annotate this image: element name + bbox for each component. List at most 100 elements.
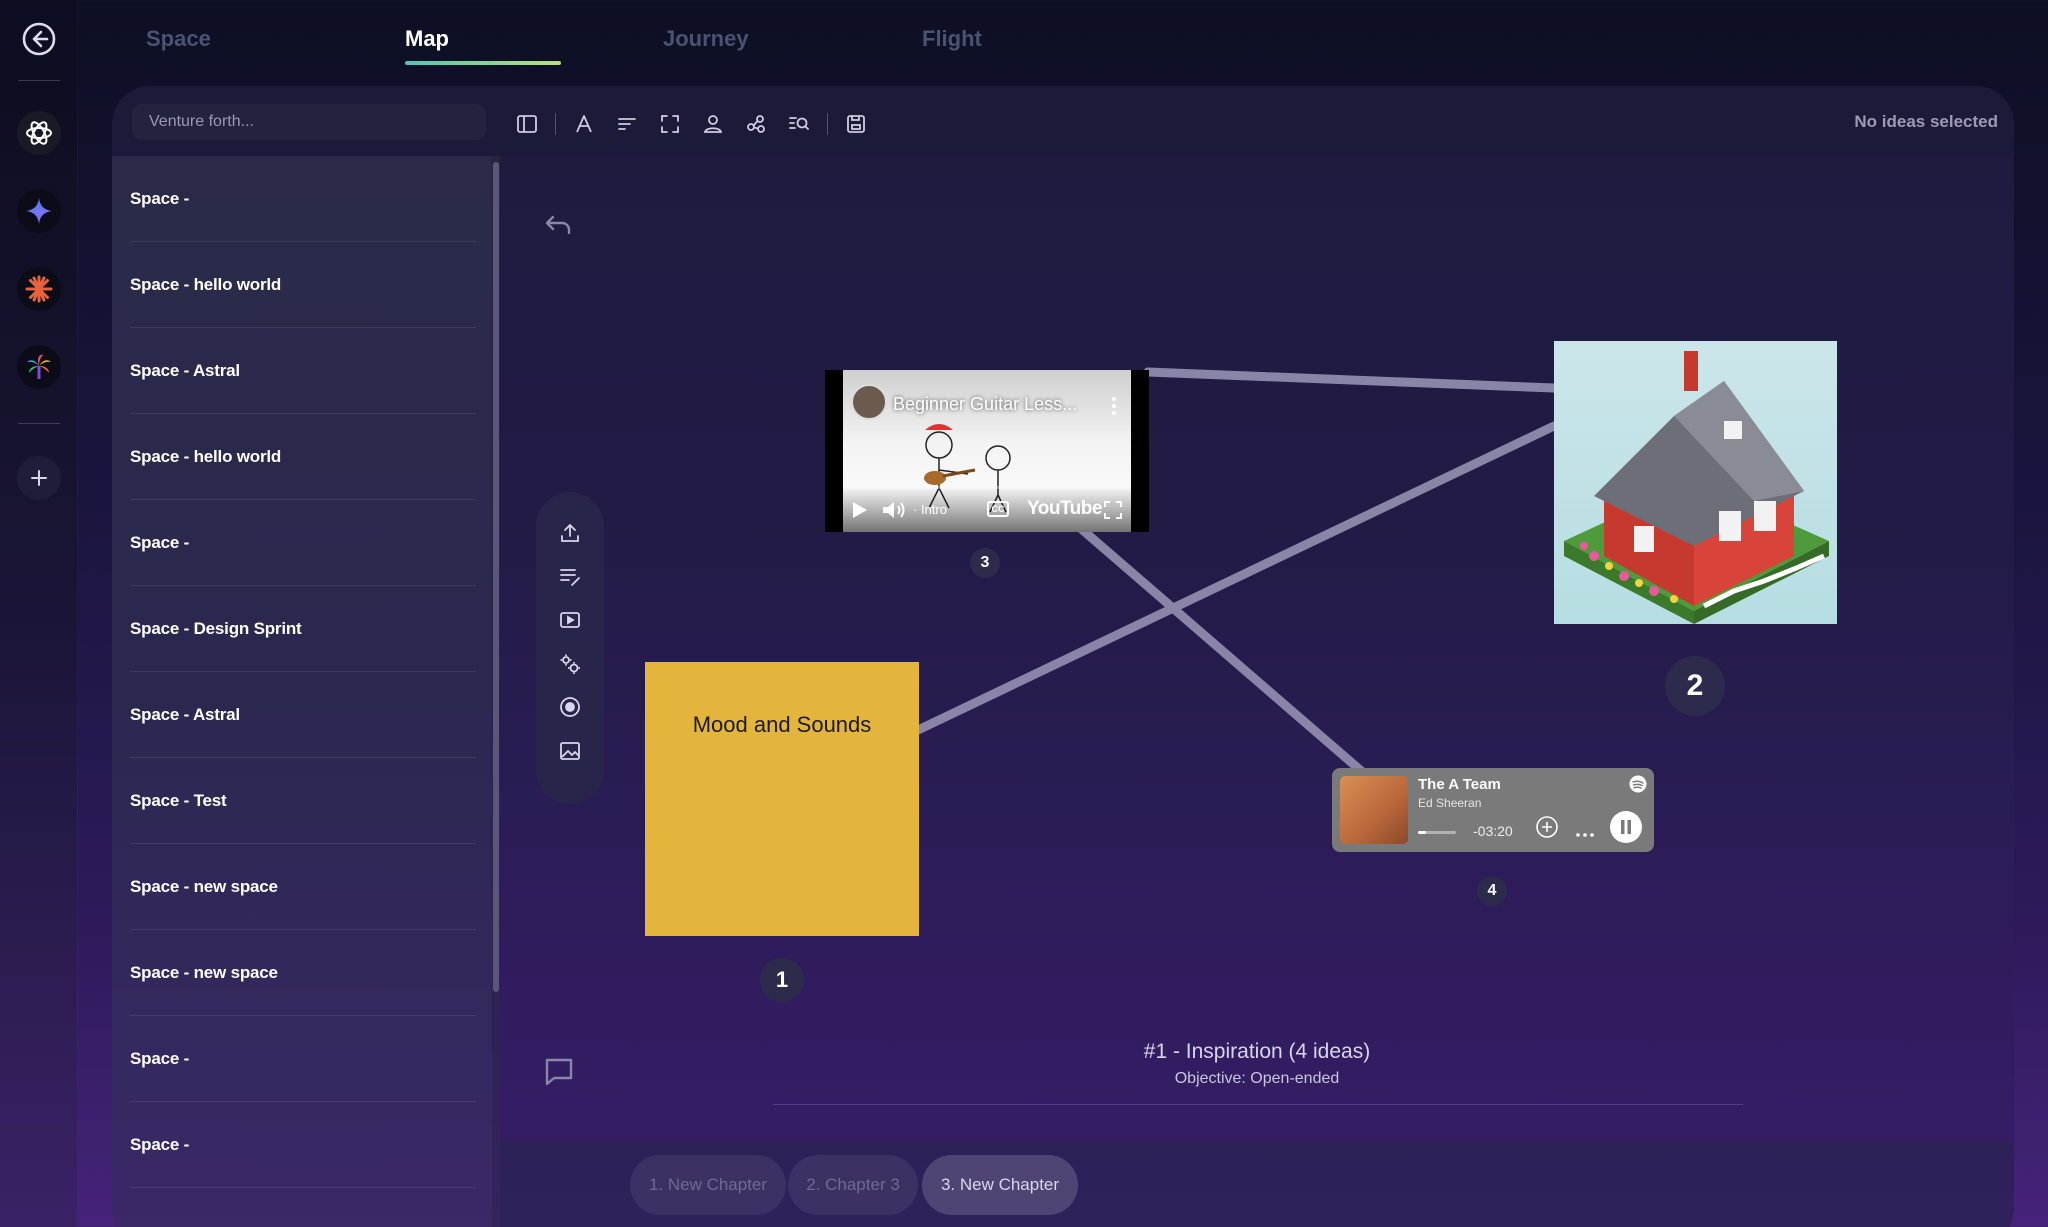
toolbar-divider	[555, 113, 556, 135]
sidebar-item[interactable]: Space - Test	[130, 758, 476, 844]
play-icon[interactable]	[851, 500, 869, 525]
sidebar-item-label: Space - Astral	[130, 704, 240, 724]
sidebar-item[interactable]: Space - hello world	[130, 414, 476, 500]
map-toolbar	[512, 104, 884, 144]
canvas-tools	[536, 492, 604, 804]
video-icon[interactable]	[555, 605, 585, 635]
connector-video-image	[1143, 367, 1559, 393]
sidebar-item[interactable]: Space - Astral	[130, 672, 476, 758]
text-icon[interactable]	[569, 109, 599, 139]
fullscreen-icon[interactable]	[655, 109, 685, 139]
toolbar-divider	[827, 113, 828, 135]
tab-map[interactable]: Map	[405, 26, 449, 52]
chapter-chip-active[interactable]: 3. New Chapter	[922, 1155, 1078, 1215]
target-icon[interactable]	[555, 692, 585, 722]
idea-image[interactable]	[1554, 341, 1837, 624]
sidebar-toggle-icon[interactable]	[512, 109, 542, 139]
edit-text-icon[interactable]	[555, 562, 585, 592]
sidebar-item-label: Space - new space	[130, 876, 278, 896]
more-vertical-icon[interactable]	[1111, 396, 1117, 421]
sidebar-item[interactable]: Space -	[130, 156, 476, 242]
video-progress-bar[interactable]	[843, 486, 1131, 489]
chapter-bar: 1. New Chapter 2. Chapter 3 3. New Chapt…	[500, 1141, 2014, 1227]
save-icon[interactable]	[841, 109, 871, 139]
upload-icon[interactable]	[555, 518, 585, 548]
selection-status: No ideas selected	[1854, 112, 1998, 131]
captions-icon[interactable]: CC	[987, 501, 1009, 517]
sidebar-item[interactable]: Space -	[130, 1102, 476, 1188]
track-time-remaining: -03:20	[1473, 823, 1513, 839]
sidebar-item-label: Space -	[130, 532, 190, 552]
spaces-sidebar: Space - Space - hello world Space - Astr…	[112, 156, 500, 1227]
connector-lines	[911, 367, 1559, 851]
track-artist[interactable]: Ed Sheeran	[1418, 796, 1481, 810]
sidebar-item-label: Space - Test	[130, 790, 227, 810]
openai-logo-icon[interactable]	[17, 111, 61, 155]
track-progress-bar[interactable]	[1418, 831, 1456, 834]
sidebar-scrollbar-thumb[interactable]	[493, 162, 499, 992]
share-nodes-icon[interactable]	[741, 109, 771, 139]
pause-icon[interactable]	[1610, 811, 1642, 843]
search-list-icon[interactable]	[784, 109, 814, 139]
sidebar-item[interactable]: Space - new space	[130, 844, 476, 930]
sidebar-item-label: Space - hello world	[130, 446, 282, 466]
app-rail	[0, 0, 78, 1227]
sidebar-item-label: Space - Astral	[130, 360, 240, 380]
starburst-logo-icon[interactable]	[17, 267, 61, 311]
tab-journey[interactable]: Journey	[663, 26, 749, 52]
sidebar-item-label: Space -	[130, 188, 190, 208]
tab-flight[interactable]: Flight	[922, 26, 982, 52]
back-arrow-icon[interactable]	[17, 17, 61, 61]
idea-number-badge: 2	[1665, 656, 1725, 716]
chapter-chip[interactable]: 2. Chapter 3	[788, 1155, 918, 1215]
search-input[interactable]	[132, 104, 486, 140]
sidebar-item-label: Space - new space	[130, 962, 278, 982]
map-canvas[interactable]: Mood and Sounds 1 2 Beginner Guitar Less…	[500, 156, 2014, 1141]
tab-space[interactable]: Space	[146, 26, 211, 52]
rail-divider	[18, 80, 60, 81]
idea-number-badge: 3	[970, 548, 1000, 578]
fullscreen-icon[interactable]	[1103, 500, 1123, 525]
chapter-chip[interactable]: 1. New Chapter	[630, 1155, 786, 1215]
sidebar-item-label: Space -	[130, 1134, 190, 1154]
plus-icon[interactable]	[17, 456, 61, 500]
sparkle-logo-icon[interactable]	[17, 189, 61, 233]
sidebar-item[interactable]: Space - hello world	[130, 242, 476, 328]
video-chapter-label: · Intro	[913, 502, 947, 517]
palm-logo-icon[interactable]	[17, 345, 61, 389]
video-controls: · Intro CC YouTube	[843, 486, 1131, 532]
undo-icon[interactable]	[544, 212, 572, 241]
chapter-divider	[773, 1104, 1743, 1105]
chapter-objective: Objective: Open-ended	[1174, 1070, 1340, 1087]
image-icon[interactable]	[555, 736, 585, 766]
album-art	[1340, 776, 1408, 844]
sidebar-item-label: Space - Design Sprint	[130, 618, 302, 638]
video-screen: Beginner Guitar Less... · Intro CC YouTu…	[843, 370, 1131, 532]
idea-number-badge: 1	[760, 958, 804, 1002]
sidebar-item[interactable]: Space - new space	[130, 930, 476, 1016]
more-horizontal-icon[interactable]	[1575, 825, 1595, 843]
align-icon[interactable]	[612, 109, 642, 139]
youtube-logo[interactable]: YouTube	[1027, 498, 1102, 520]
note-text: Mood and Sounds	[692, 712, 872, 737]
spotify-logo-icon[interactable]	[1629, 775, 1647, 798]
settings-icon[interactable]	[555, 649, 585, 679]
active-tab-underline	[405, 61, 561, 65]
idea-note[interactable]: Mood and Sounds	[645, 662, 919, 936]
chapter-title: #1 - Inspiration (4 ideas)	[1143, 1040, 1371, 1063]
sidebar-item[interactable]: Space - Astral	[130, 328, 476, 414]
sidebar-item[interactable]: Space -	[130, 500, 476, 586]
lego-house-image	[1564, 351, 1829, 624]
track-title[interactable]: The A Team	[1418, 776, 1501, 793]
idea-video[interactable]: Beginner Guitar Less... · Intro CC YouTu…	[825, 370, 1149, 532]
person-icon[interactable]	[698, 109, 728, 139]
channel-avatar[interactable]	[851, 384, 887, 420]
video-title[interactable]: Beginner Guitar Less...	[893, 394, 1077, 415]
sidebar-item[interactable]: Space - Design Sprint	[130, 586, 476, 672]
main-panel: No ideas selected Space - Space - hello …	[112, 86, 2014, 1227]
idea-number-badge: 4	[1477, 876, 1507, 906]
idea-music-player[interactable]: The A Team Ed Sheeran -03:20	[1332, 768, 1654, 852]
volume-icon[interactable]	[881, 499, 907, 526]
sidebar-item[interactable]: Space -	[130, 1016, 476, 1102]
add-circle-icon[interactable]	[1535, 815, 1559, 844]
